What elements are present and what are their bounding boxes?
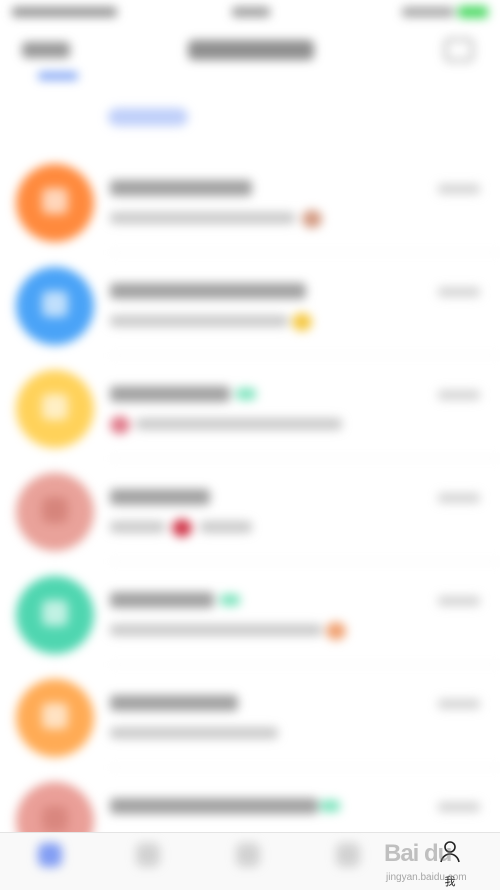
- avatar: [16, 370, 94, 448]
- chat-list-item[interactable]: [0, 356, 500, 459]
- watermark-logo: Bai du: [384, 840, 452, 867]
- nav-bar: [0, 28, 500, 80]
- chat-list-item[interactable]: [0, 150, 500, 253]
- chat-preview: [136, 418, 342, 430]
- chat-preview: [110, 624, 322, 636]
- chat-name: [110, 592, 214, 608]
- message-icon: [38, 843, 62, 867]
- battery-icon: [458, 6, 488, 18]
- chat-time: [438, 184, 480, 194]
- chat-time: [438, 802, 480, 812]
- discover-icon: [236, 843, 260, 867]
- watermark: Bai du jingyan.baidu.com: [380, 832, 500, 889]
- chat-name: [110, 798, 318, 814]
- chat-list-item[interactable]: [0, 562, 500, 665]
- chat-preview: [110, 315, 288, 327]
- avatar: [16, 679, 94, 757]
- chat-list-item[interactable]: [0, 459, 500, 562]
- tag-badge: [236, 388, 256, 400]
- chat-list-item[interactable]: [0, 665, 500, 768]
- emoji-icon: [110, 416, 130, 434]
- tab-contacts[interactable]: [118, 839, 178, 887]
- emoji-icon: [172, 519, 192, 537]
- chat-list: [0, 150, 500, 871]
- tab-space[interactable]: [318, 839, 378, 887]
- avatar: [16, 576, 94, 654]
- chat-time: [438, 699, 480, 709]
- chat-name: [110, 695, 238, 711]
- chat-name: [110, 283, 306, 299]
- tab-messages[interactable]: [20, 839, 80, 887]
- back-button[interactable]: [22, 42, 70, 58]
- contacts-icon: [136, 843, 160, 867]
- status-bar: [0, 0, 500, 24]
- chat-preview: [110, 727, 278, 739]
- avatar: [16, 267, 94, 345]
- chat-preview: [110, 521, 165, 533]
- emoji-icon: [292, 313, 312, 331]
- watermark-url: jingyan.baidu.com: [386, 872, 467, 883]
- chat-list-item[interactable]: [0, 253, 500, 356]
- emoji-icon: [326, 622, 346, 640]
- chat-time: [438, 287, 480, 297]
- tag-badge: [220, 594, 240, 606]
- chat-time: [438, 493, 480, 503]
- tab-discover[interactable]: [218, 839, 278, 887]
- tag-badge: [320, 800, 340, 812]
- chat-preview-tail: [200, 521, 252, 533]
- avatar: [16, 473, 94, 551]
- chat-name: [110, 180, 252, 196]
- status-clock: [232, 7, 270, 17]
- chat-time: [438, 390, 480, 400]
- add-chat-icon[interactable]: [444, 38, 474, 62]
- page-title: [188, 40, 314, 60]
- emoji-icon: [302, 210, 322, 228]
- battery-percent: [402, 7, 454, 17]
- chat-time: [438, 596, 480, 606]
- chat-name: [110, 386, 230, 402]
- unread-indicator: [38, 72, 78, 80]
- avatar: [16, 164, 94, 242]
- chat-name: [110, 489, 210, 505]
- carrier-signal: [12, 7, 117, 17]
- chat-preview: [110, 212, 295, 224]
- space-icon: [336, 843, 360, 867]
- search-link[interactable]: [108, 108, 188, 126]
